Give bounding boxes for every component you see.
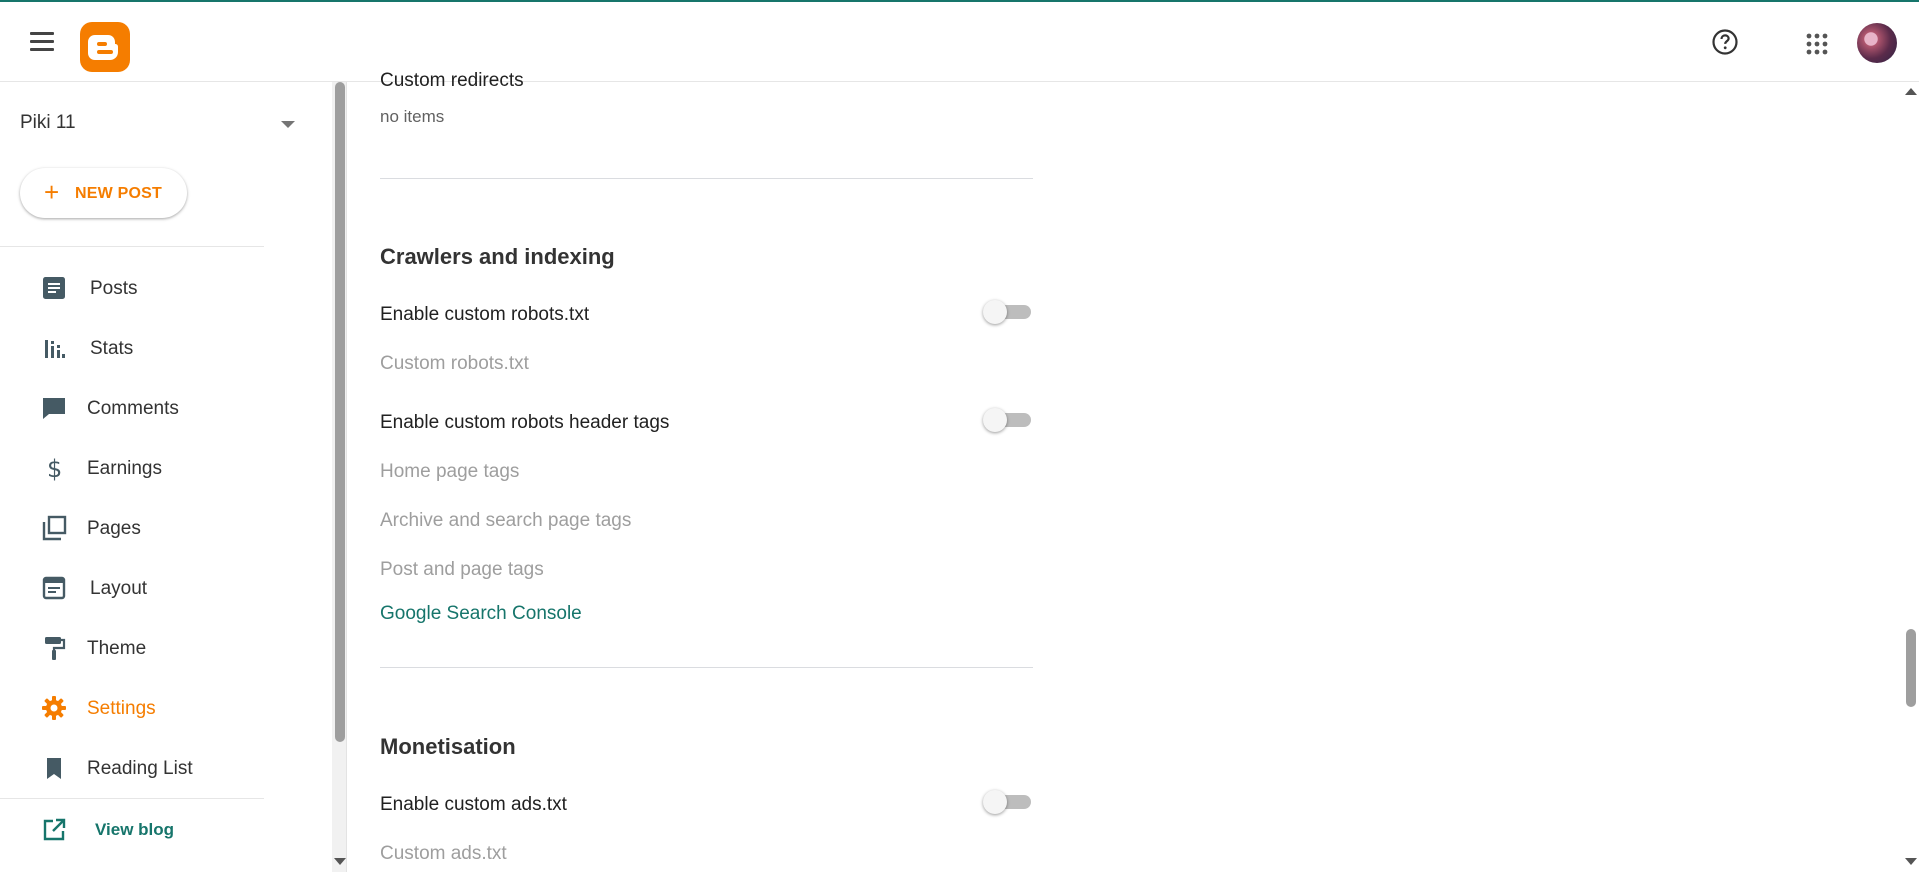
comment-icon [40, 394, 68, 422]
blog-selector[interactable]: Piki 11 [20, 108, 300, 138]
new-post-button[interactable]: + NEW POST [20, 168, 187, 218]
svg-text:$: $ [47, 455, 62, 482]
sidebar-item-comments[interactable]: Comments [0, 384, 264, 430]
custom-robots-txt-item[interactable]: Custom robots.txt [380, 353, 529, 375]
external-link-icon [40, 816, 68, 844]
toggle-knob [983, 790, 1007, 814]
archive-search-tags-item[interactable]: Archive and search page tags [380, 510, 631, 532]
sidebar-item-label: Layout [90, 578, 148, 599]
custom-redirects-title: Custom redirects [380, 70, 524, 91]
dropdown-caret-icon [281, 121, 295, 128]
sidebar-item-settings[interactable]: Settings [0, 684, 264, 730]
main-scroll-down-icon[interactable] [1905, 858, 1917, 865]
divider [0, 798, 264, 799]
settings-content: Custom redirects no items Crawlers and i… [347, 70, 1902, 872]
sidebar-item-label: Comments [87, 398, 179, 419]
stats-icon [40, 334, 68, 362]
sidebar-item-label: Pages [87, 518, 141, 539]
post-page-tags-item[interactable]: Post and page tags [380, 559, 544, 581]
divider [0, 246, 264, 247]
main-scroll-up-icon[interactable] [1905, 88, 1917, 95]
view-blog-label: View blog [95, 820, 175, 839]
main-scrollbar-thumb[interactable] [1906, 629, 1916, 707]
sidebar-item-label: Reading List [87, 758, 193, 779]
sidebar-item-label: Theme [87, 638, 147, 659]
plus-icon: + [44, 177, 60, 207]
custom-ads-txt-item[interactable]: Custom ads.txt [380, 843, 507, 865]
robots-toggle-label[interactable]: Enable custom robots.txt [380, 304, 589, 326]
toggle-knob [983, 300, 1007, 324]
monetisation-section-title: Monetisation [380, 734, 516, 759]
pages-icon [40, 514, 68, 542]
sidebar-item-theme[interactable]: Theme [0, 624, 264, 670]
sidebar-item-layout[interactable]: Layout [0, 564, 264, 610]
blog-name: Piki 11 [20, 112, 76, 133]
apps-grid-icon[interactable] [1805, 32, 1829, 56]
paint-roller-icon [40, 634, 68, 662]
posts-icon [40, 274, 68, 302]
ads-toggle-label[interactable]: Enable custom ads.txt [380, 794, 567, 816]
gear-icon [40, 694, 68, 722]
sidebar-scrollbar-thumb[interactable] [335, 82, 345, 742]
sidebar-item-stats[interactable]: Stats [0, 324, 264, 370]
toggle-knob [983, 408, 1007, 432]
blogger-logo-icon[interactable] [80, 22, 130, 72]
search-console-link[interactable]: Google Search Console [380, 603, 582, 625]
sidebar-item-label: Posts [90, 278, 138, 299]
sidebar-item-posts[interactable]: Posts [0, 264, 264, 310]
view-blog-link[interactable]: View blog [0, 806, 264, 852]
robots-header-tags-toggle[interactable] [983, 406, 1031, 434]
home-page-tags-item[interactable]: Home page tags [380, 461, 519, 483]
layout-icon [40, 574, 68, 602]
sidebar-item-label: Settings [87, 698, 156, 719]
sidebar-item-earnings[interactable]: $ Earnings [0, 444, 264, 490]
custom-redirects-value: no items [380, 107, 445, 126]
dollar-icon: $ [40, 454, 68, 483]
new-post-label: NEW POST [75, 185, 162, 202]
app-bar [0, 0, 1919, 82]
help-icon[interactable] [1711, 28, 1739, 56]
sidebar-item-label: Earnings [87, 458, 162, 479]
header-tags-toggle-label[interactable]: Enable custom robots header tags [380, 412, 669, 434]
sidebar: Piki 11 + NEW POST Posts Stats Comments … [0, 82, 335, 872]
menu-icon[interactable] [30, 32, 54, 54]
section-divider [380, 178, 1033, 179]
sidebar-scroll-down-icon[interactable] [334, 858, 346, 865]
avatar[interactable] [1857, 23, 1897, 63]
ads-txt-toggle[interactable] [983, 788, 1031, 816]
crawlers-section-title: Crawlers and indexing [380, 244, 615, 269]
sidebar-item-label: Stats [90, 338, 134, 359]
robots-txt-toggle[interactable] [983, 298, 1031, 326]
sidebar-item-reading-list[interactable]: Reading List [0, 744, 264, 790]
section-divider [380, 667, 1033, 668]
sidebar-item-pages[interactable]: Pages [0, 504, 264, 550]
bookmark-icon [40, 754, 68, 782]
